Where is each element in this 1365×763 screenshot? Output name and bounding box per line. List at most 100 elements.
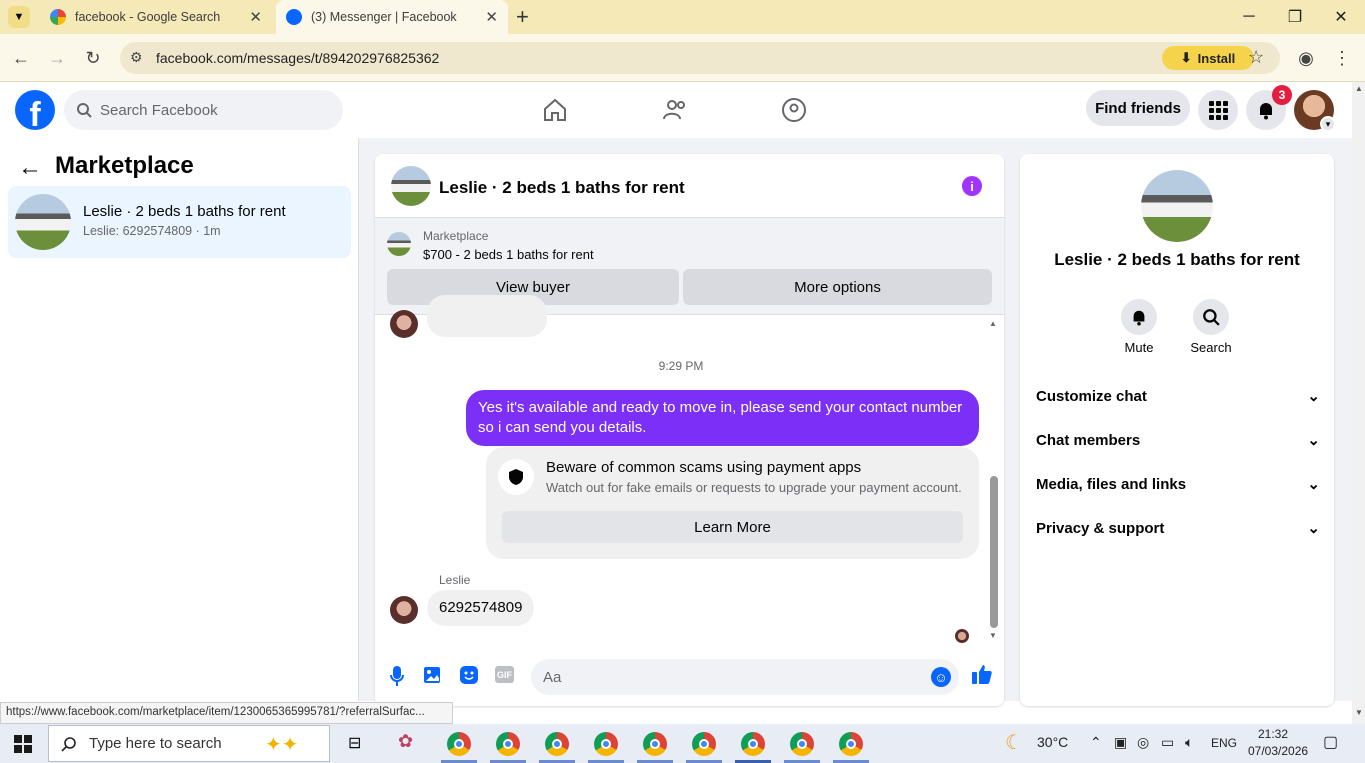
reload-icon[interactable]: ↻	[77, 42, 109, 74]
tab-google-search[interactable]: facebook - Google Search ✕	[40, 0, 272, 34]
notification-center-icon[interactable]: ▢	[1323, 732, 1338, 752]
chrome-icon[interactable]	[692, 732, 716, 756]
learn-more-button[interactable]: Learn More	[502, 511, 963, 543]
install-icon: ⬇	[1180, 50, 1192, 65]
chrome-icon[interactable]	[545, 732, 569, 756]
back-arrow-icon[interactable]: ←	[18, 154, 42, 182]
chat-title[interactable]: Leslie · 2 beds 1 baths for rent	[439, 178, 685, 198]
microphone-icon[interactable]	[389, 665, 405, 690]
privacy-support-row[interactable]: Privacy & support ⌄	[1036, 506, 1320, 550]
install-app-button[interactable]: ⬇ Install	[1162, 46, 1254, 70]
home-icon[interactable]	[535, 90, 575, 130]
site-info-icon[interactable]: ⚙	[130, 49, 143, 66]
thumbs-up-icon[interactable]	[971, 663, 993, 688]
emoji-icon[interactable]: ☺	[931, 667, 951, 687]
scam-warning-body: Watch out for fake emails or requests to…	[546, 480, 962, 495]
close-window-icon[interactable]: ✕	[1318, 0, 1364, 34]
info-listing-photo[interactable]	[1141, 170, 1213, 242]
customize-chat-row[interactable]: Customize chat ⌄	[1036, 374, 1320, 418]
language-indicator[interactable]: ENG	[1211, 736, 1237, 750]
menu-kebab-icon[interactable]: ⋮	[1326, 42, 1358, 74]
clock-date[interactable]: 07/03/2026	[1248, 744, 1308, 758]
sticker-icon[interactable]	[459, 665, 479, 688]
media-files-links-row[interactable]: Media, files and links ⌄	[1036, 462, 1320, 506]
chrome-icon[interactable]	[839, 732, 863, 756]
outgoing-message-bubble[interactable]: Yes it's available and ready to move in,…	[466, 390, 979, 446]
weather-temperature[interactable]: 30°C	[1037, 734, 1068, 750]
facebook-search-input[interactable]: Search Facebook	[64, 90, 343, 130]
browser-toolbar: ← → ↻ ⚙ facebook.com/messages/t/89420297…	[0, 34, 1365, 82]
chrome-icon[interactable]	[741, 732, 765, 756]
scam-warning-title: Beware of common scams using payment app…	[546, 459, 862, 476]
gif-icon[interactable]: GIF	[495, 666, 514, 683]
taskbar-search-input[interactable]: Type here to search ✦✦	[48, 725, 330, 762]
find-friends-button[interactable]: Find friends	[1086, 90, 1190, 126]
address-bar[interactable]: ⚙ facebook.com/messages/t/89420297682536…	[120, 42, 1280, 74]
menu-grid-icon[interactable]	[1198, 90, 1238, 130]
network-icon[interactable]: ▭	[1161, 734, 1174, 751]
tray-app-icon[interactable]: ▣	[1114, 734, 1127, 751]
mute-bell-icon[interactable]	[1121, 299, 1157, 335]
info-title: Leslie · 2 beds 1 baths for rent	[1054, 250, 1300, 269]
new-tab-icon[interactable]: +	[516, 4, 529, 30]
shield-icon	[498, 459, 534, 495]
sender-avatar[interactable]	[390, 596, 418, 624]
forward-icon[interactable]: →	[41, 42, 73, 74]
marketplace-label: Marketplace	[423, 229, 489, 243]
task-view-icon[interactable]: ⊟	[348, 733, 361, 753]
chevron-down-icon[interactable]: ▾	[1320, 116, 1336, 132]
previous-incoming-bubble	[427, 295, 547, 337]
install-label: Install	[1197, 50, 1236, 66]
friends-icon[interactable]	[655, 90, 695, 130]
close-tab-icon[interactable]: ✕	[485, 8, 498, 26]
chrome-icon[interactable]	[790, 732, 814, 756]
close-tab-icon[interactable]: ✕	[249, 8, 262, 26]
info-icon[interactable]: i	[962, 176, 982, 196]
scroll-down-icon[interactable]: ▼	[1355, 708, 1363, 717]
groups-icon[interactable]	[774, 90, 814, 130]
scroll-up-icon[interactable]: ▲	[1355, 84, 1363, 93]
chat-panel: Leslie · 2 beds 1 baths for rent i Marke…	[375, 154, 1004, 706]
tab-title: facebook - Google Search	[75, 10, 221, 24]
chat-info-panel: Leslie · 2 beds 1 baths for rent Mute Se…	[1020, 154, 1334, 706]
scroll-up-icon[interactable]: ▲	[989, 319, 997, 328]
tab-search-dropdown-icon[interactable]: ▼	[8, 6, 30, 28]
sender-avatar[interactable]	[390, 310, 418, 338]
chrome-icon[interactable]	[643, 732, 667, 756]
conversation-item[interactable]: Leslie · 2 beds 1 baths for rent Leslie:…	[8, 186, 351, 258]
profile-icon[interactable]: ◉	[1290, 42, 1322, 74]
scroll-down-icon[interactable]: ▼	[989, 631, 997, 640]
facebook-logo-icon[interactable]: f	[15, 90, 55, 130]
incoming-message-bubble[interactable]: 6292574809	[427, 590, 535, 626]
bookmark-star-icon[interactable]: ☆	[1248, 47, 1264, 68]
chat-thumbnail[interactable]	[391, 166, 431, 206]
listing-price-title[interactable]: $700 - 2 beds 1 baths for rent	[423, 247, 594, 262]
google-favicon-icon	[50, 9, 66, 25]
chrome-icon[interactable]	[594, 732, 618, 756]
chat-members-row[interactable]: Chat members ⌄	[1036, 418, 1320, 462]
volume-icon[interactable]: 🔈︎	[1185, 734, 1193, 751]
app-icon[interactable]: ✿	[398, 731, 413, 752]
message-input[interactable]: Aa ☺	[531, 659, 959, 695]
message-scrollbar-thumb[interactable]	[990, 476, 998, 628]
chevron-up-icon[interactable]: ⌃	[1090, 734, 1102, 751]
search-in-chat-icon[interactable]	[1193, 299, 1229, 335]
restore-icon[interactable]: ❐	[1272, 0, 1318, 34]
chrome-icon[interactable]	[496, 732, 520, 756]
chevron-down-icon: ⌄	[1307, 388, 1320, 405]
message-timestamp: 9:29 PM	[658, 359, 704, 373]
photo-icon[interactable]	[423, 665, 443, 688]
tray-app-icon[interactable]: ◎	[1137, 734, 1149, 751]
minimize-icon[interactable]: ─	[1226, 0, 1272, 34]
back-icon[interactable]: ←	[5, 42, 37, 74]
more-options-button[interactable]: More options	[683, 269, 992, 305]
clock-time[interactable]: 21:32	[1258, 727, 1288, 741]
page-scrollbar[interactable]: ▲ ▼	[1352, 82, 1365, 724]
tab-messenger[interactable]: (3) Messenger | Facebook ✕	[276, 0, 508, 34]
weather-moon-icon[interactable]: ☾	[1005, 730, 1023, 755]
section-label: Customize chat	[1036, 387, 1147, 405]
windows-start-icon[interactable]	[14, 735, 32, 756]
search-icon	[77, 103, 92, 118]
chrome-icon[interactable]	[447, 732, 471, 756]
conversation-preview: Leslie: 6292574809 · 1m	[83, 224, 221, 238]
